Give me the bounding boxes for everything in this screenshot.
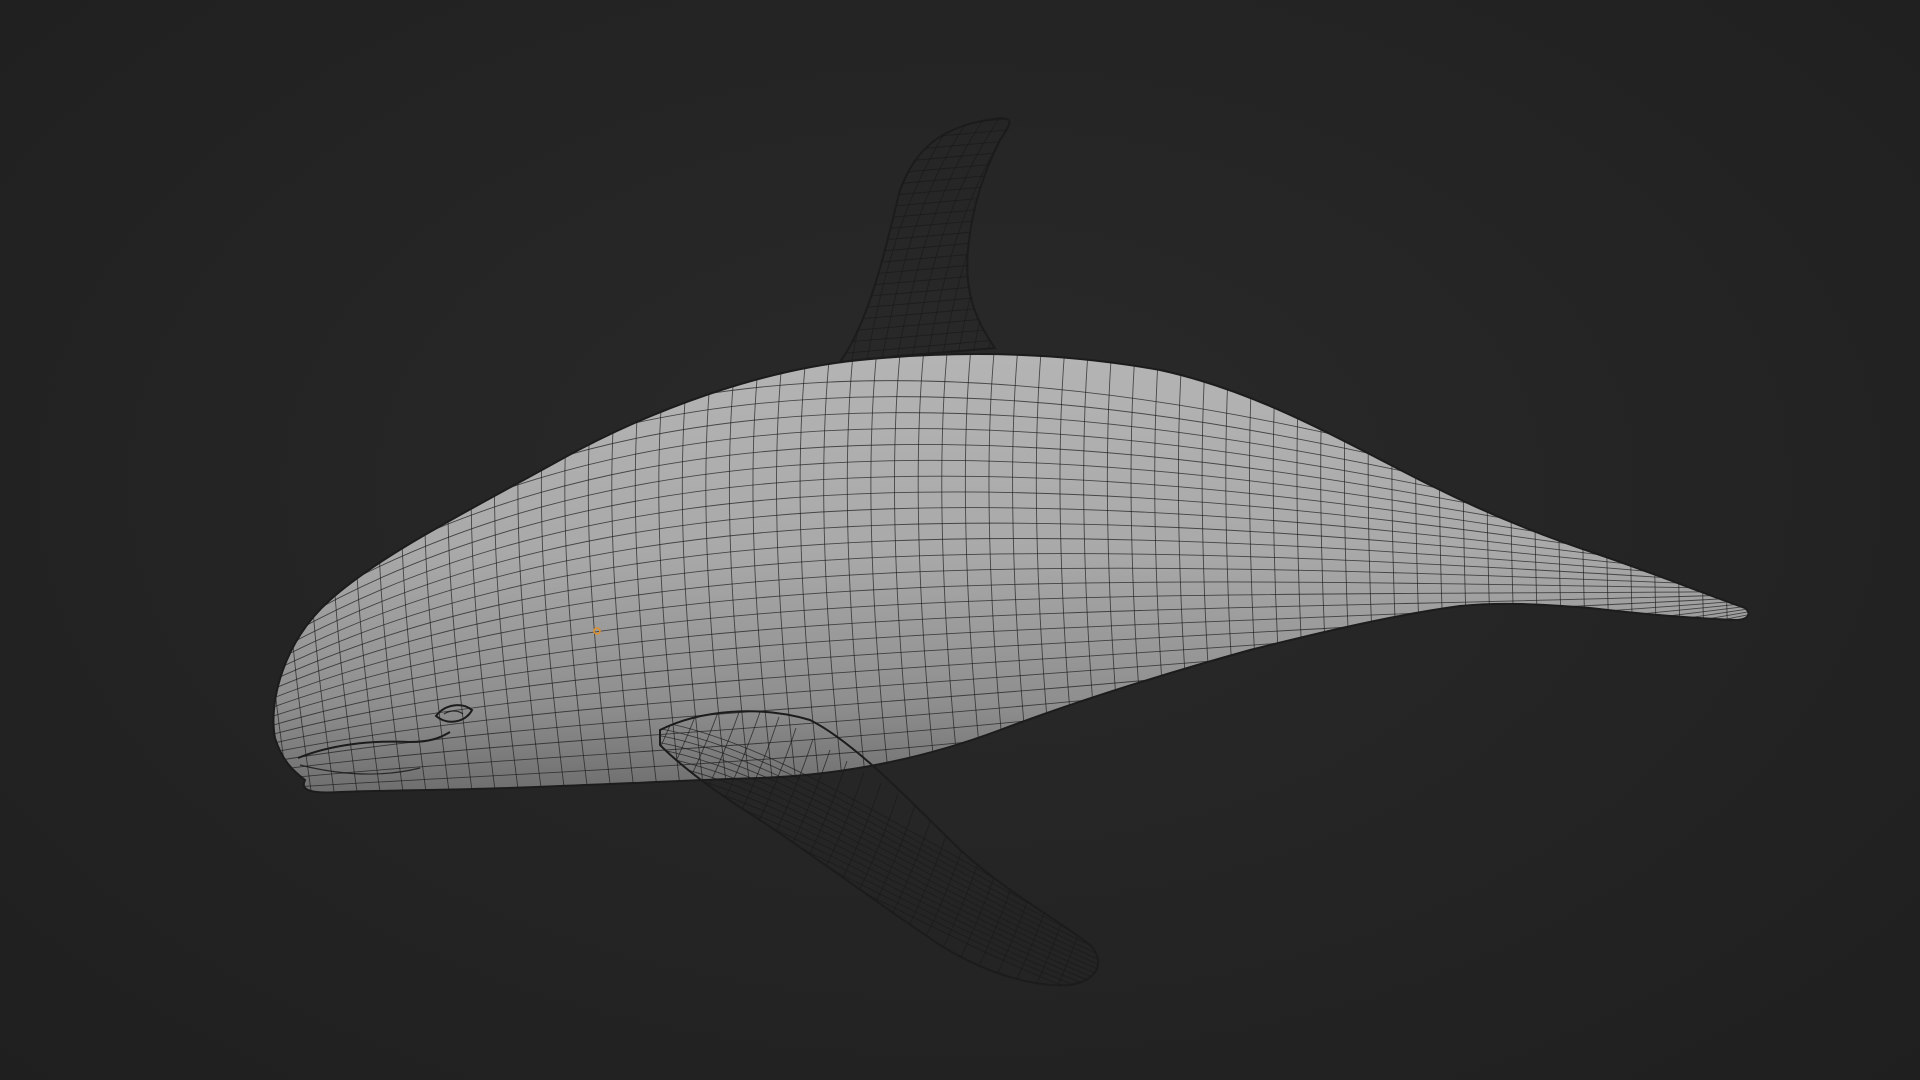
orca-mesh[interactable]	[0, 0, 1920, 1080]
orca-body	[272, 353, 1750, 794]
dorsal-fin	[837, 116, 1011, 364]
3d-viewport[interactable]	[0, 0, 1920, 1080]
